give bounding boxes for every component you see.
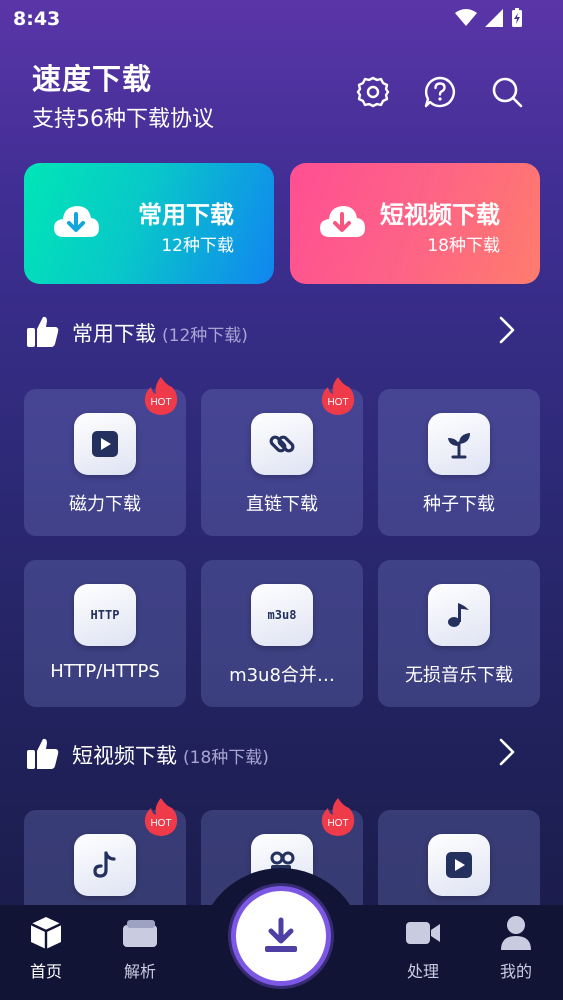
tile-icon-box [251,413,313,475]
battery-icon [512,8,522,27]
tile-lossless-music-download[interactable]: 无损音乐下载 [378,560,540,707]
play-icon [446,852,472,878]
status-bar: 8:43 [0,0,563,40]
card-subtitle: 18种下载 [427,236,500,256]
play-icon [92,431,118,457]
nav-label: 解析 [123,962,156,981]
section-header-short-video[interactable]: 短视频下载 (18种下载) [0,727,563,777]
settings-button[interactable] [355,74,391,110]
hot-badge-text: HOT [150,397,171,408]
download-icon [265,917,297,952]
tile-http-download[interactable]: HTTP HTTP/HTTPS [24,560,186,707]
section-title: 常用下载 (12种下载) [72,322,248,346]
nav-label: 处理 [406,962,439,981]
m3u8-icon: m3u8 [267,608,297,622]
nav-parse[interactable]: 解析 [105,912,175,982]
wifi-icon [455,9,477,26]
cloud-download-icon [320,206,365,237]
card-title: 常用下载 [138,201,234,229]
tile-label: m3u8合并… [229,665,335,686]
help-button[interactable] [422,74,458,110]
video-camera-icon [406,922,440,944]
tile-icon-box [428,584,490,646]
sprout-icon [448,433,470,459]
card-title: 短视频下载 [380,201,500,229]
nav-process[interactable]: 处理 [388,912,458,982]
hot-badge-icon: HOT [321,798,355,836]
hot-badge-text: HOT [327,818,348,829]
link-icon [269,435,295,453]
status-icons [455,8,523,28]
short-video-download-card[interactable]: 短视频下载 18种下载 [290,163,540,284]
card-subtitle: 12种下载 [161,236,234,256]
tile-torrent-download[interactable]: 种子下载 [378,389,540,536]
hot-badge-text: HOT [150,818,171,829]
hot-badge-icon: HOT [144,798,178,836]
tiktok-icon [93,851,116,878]
tile-label: HTTP/HTTPS [50,661,160,682]
app-title: 速度下载 [32,62,153,96]
section-title: 短视频下载 (18种下载) [72,744,269,768]
tile-m3u8-merge[interactable]: m3u8 m3u8合并… [201,560,363,707]
tile-label: 无损音乐下载 [405,665,513,686]
tile-direct-link-download[interactable]: 直链下载 HOT [201,377,363,536]
tile-icon-box: m3u8 [251,584,313,646]
nav-label: 我的 [499,962,532,981]
section-count: (18种下载) [183,748,269,768]
chevron-right-icon[interactable] [497,315,517,345]
hot-badge-text: HOT [327,397,348,408]
download-fab[interactable] [231,886,331,986]
music-note-icon [448,603,469,627]
section-header-common[interactable]: 常用下载 (12种下载) [0,305,563,355]
folder-icon [123,920,157,947]
search-icon [492,77,523,108]
user-icon [501,916,531,950]
tile-icon-box: HTTP [74,584,136,646]
tile-label: 直链下载 [246,494,318,515]
tile-label: 磁力下载 [69,494,141,515]
thumbs-up-icon [27,316,59,347]
common-download-card[interactable]: 常用下载 12种下载 [24,163,274,284]
nav-mine[interactable]: 我的 [481,912,551,982]
thumbs-up-icon [27,738,59,769]
http-icon: HTTP [90,608,120,622]
help-icon [424,76,455,108]
hot-badge-icon: HOT [144,377,178,415]
app-subtitle: 支持56种下载协议 [32,107,214,132]
chevron-right-icon[interactable] [497,737,517,767]
settings-icon [356,76,390,108]
tile-label: 种子下载 [423,494,495,515]
tile-icon-box [428,413,490,475]
status-time: 8:43 [13,8,61,30]
tile-magnet-download[interactable]: 磁力下载 HOT [24,377,186,536]
hot-badge-icon: HOT [321,377,355,415]
cube-icon [30,917,62,949]
header-actions [355,74,525,110]
cloud-download-icon [54,206,99,237]
section-count: (12种下载) [162,326,248,346]
nav-label: 首页 [29,962,62,981]
search-button[interactable] [489,74,525,110]
tile-icon-box [74,413,136,475]
tile-icon-box [74,834,136,896]
signal-icon [485,9,503,27]
tile-icon-box [428,834,490,896]
nav-home[interactable]: 首页 [11,912,81,982]
